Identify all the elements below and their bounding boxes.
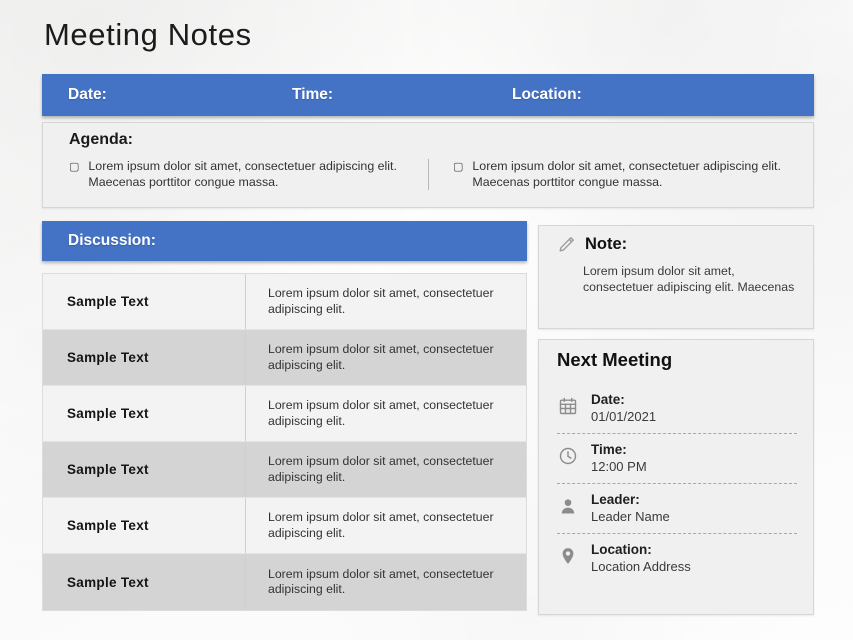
row-text: Lorem ipsum dolor sit amet, consectetuer… [268,398,494,428]
next-meeting-leader-item: Leader: Leader Name [557,484,797,533]
table-row[interactable]: Sample Text Lorem ipsum dolor sit amet, … [43,330,526,386]
row-label: Sample Text [43,330,246,385]
bullet-icon: ▢ [69,160,80,173]
next-meeting-date-item: Date: 01/01/2021 [557,384,797,433]
bullet-icon: ▢ [453,160,464,173]
date-item-value: 01/01/2021 [591,409,657,424]
calendar-icon [557,394,579,418]
next-meeting-panel: Next Meeting Date: 01/01/2021 Time: 12:0… [538,339,814,615]
leader-item-label: Leader: [591,492,640,507]
agenda-title: Agenda: [69,131,133,148]
time-item-label: Time: [591,442,627,457]
clock-icon [557,444,579,468]
discussion-header-bar: Discussion: [42,221,527,261]
discussion-title: Discussion: [68,232,156,249]
table-row[interactable]: Sample Text Lorem ipsum dolor sit amet, … [43,442,526,498]
meeting-info-header-bar: Date: Time: Location: [42,74,814,116]
row-label: Sample Text [43,498,246,553]
note-panel: Note: Lorem ipsum dolor sit amet, consec… [538,225,814,329]
row-text: Lorem ipsum dolor sit amet, consectetuer… [268,510,494,540]
agenda-item-text: Lorem ipsum dolor sit amet, consectetuer… [88,159,397,189]
note-header: Note: [557,235,627,254]
location-label: Location: [512,86,582,103]
row-label: Sample Text [43,554,246,610]
row-text: Lorem ipsum dolor sit amet, consectetuer… [268,454,494,484]
table-row[interactable]: Sample Text Lorem ipsum dolor sit amet, … [43,274,526,330]
next-meeting-location-item: Location: Location Address [557,534,797,583]
agenda-item-text: Lorem ipsum dolor sit amet, consectetuer… [472,159,781,189]
time-label: Time: [292,86,334,103]
location-item-value: Location Address [591,559,691,574]
person-icon [557,494,579,518]
meeting-notes-slide: Meeting Notes Date: Time: Location: Agen… [0,0,853,640]
date-label: Date: [68,86,107,103]
date-item-label: Date: [591,392,625,407]
table-row[interactable]: Sample Text Lorem ipsum dolor sit amet, … [43,554,526,610]
agenda-panel: Agenda: ▢ Lorem ipsum dolor sit amet, co… [42,122,814,208]
agenda-item: ▢ Lorem ipsum dolor sit amet, consectetu… [428,159,813,190]
location-item-label: Location: [591,542,652,557]
map-pin-icon [557,544,579,568]
row-label: Sample Text [43,274,246,329]
row-text: Lorem ipsum dolor sit amet, consectetuer… [268,566,494,597]
table-row[interactable]: Sample Text Lorem ipsum dolor sit amet, … [43,498,526,554]
row-text: Lorem ipsum dolor sit amet, consectetuer… [268,286,494,316]
row-label: Sample Text [43,442,246,497]
agenda-columns: ▢ Lorem ipsum dolor sit amet, consectetu… [43,159,813,190]
next-meeting-list: Date: 01/01/2021 Time: 12:00 PM Leader: … [557,384,797,583]
agenda-item: ▢ Lorem ipsum dolor sit amet, consectetu… [43,159,428,190]
time-item-value: 12:00 PM [591,459,647,474]
page-title: Meeting Notes [44,17,252,52]
discussion-table: Sample Text Lorem ipsum dolor sit amet, … [42,273,527,611]
next-meeting-time-item: Time: 12:00 PM [557,434,797,483]
row-text: Lorem ipsum dolor sit amet, consectetuer… [268,342,494,372]
table-row[interactable]: Sample Text Lorem ipsum dolor sit amet, … [43,386,526,442]
pencil-icon [557,235,576,254]
leader-item-value: Leader Name [591,509,670,524]
note-body: Lorem ipsum dolor sit amet, consectetuer… [583,264,795,294]
row-label: Sample Text [43,386,246,441]
note-title: Note: [585,235,628,253]
next-meeting-title: Next Meeting [557,349,673,370]
